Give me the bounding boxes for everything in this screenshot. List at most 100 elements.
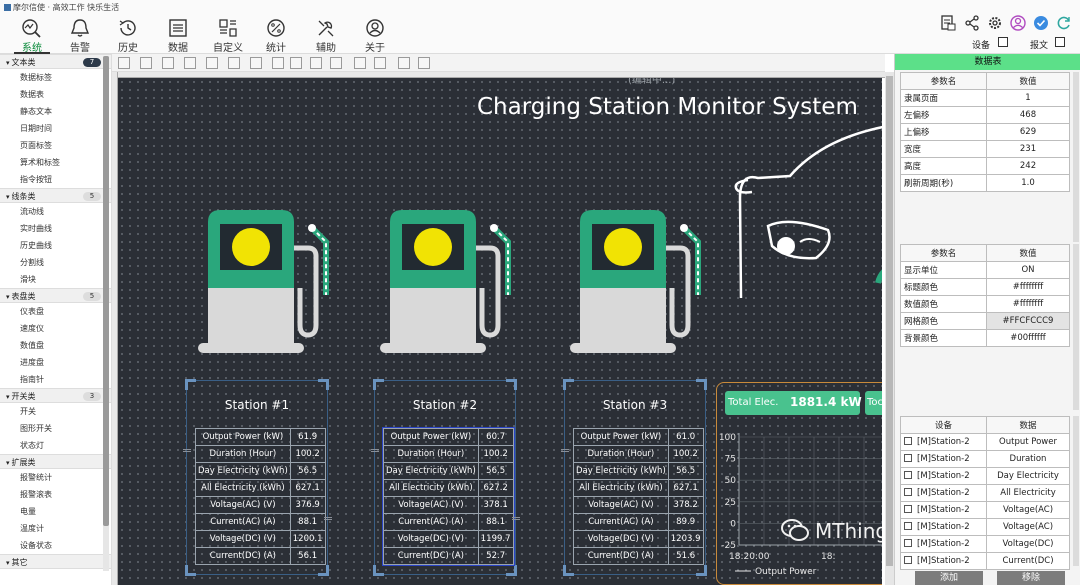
- table-row[interactable]: 隶属页面 1: [900, 89, 1070, 107]
- row-value[interactable]: Day Electricity: [986, 467, 1070, 485]
- row-checkbox[interactable]: [904, 505, 912, 513]
- total-electricity-panel[interactable]: Total Elec. 1881.4 kW Toc 100 75 50 25 0 -25 1…: [716, 382, 882, 585]
- scrollbar-thumb[interactable]: [886, 76, 893, 566]
- row-value[interactable]: 1.0: [986, 174, 1070, 192]
- distribute-h-icon[interactable]: [250, 57, 262, 69]
- component-item[interactable]: 温度计: [0, 520, 111, 537]
- component-item[interactable]: 开关: [0, 403, 111, 420]
- station-data-table[interactable]: Output Power (kW) 61.9 Duration (Hour) 100.…: [195, 428, 326, 565]
- row-value[interactable]: Voltage(AC): [986, 501, 1070, 519]
- resize-handle[interactable]: [512, 517, 520, 520]
- component-item[interactable]: 实时曲线: [0, 220, 111, 237]
- component-item[interactable]: 仪表盘: [0, 303, 111, 320]
- share-icon[interactable]: [964, 15, 980, 31]
- nav-assist[interactable]: 辅助: [306, 18, 346, 54]
- station-data-table[interactable]: Output Power (kW) 60.7 Duration (Hour) 100.…: [382, 427, 515, 566]
- row-value[interactable]: 1: [986, 89, 1070, 107]
- nav-alarm[interactable]: 告警: [60, 18, 100, 54]
- table-row[interactable]: 数值颜色 #ffffffff: [900, 295, 1070, 313]
- table-row[interactable]: 上偏移 629: [900, 123, 1070, 141]
- component-item[interactable]: 电量: [0, 503, 111, 520]
- align-middle-icon[interactable]: [206, 57, 218, 69]
- row-checkbox[interactable]: [904, 471, 912, 479]
- row-value[interactable]: 231: [986, 140, 1070, 158]
- row-checkbox[interactable]: [904, 522, 912, 530]
- table-row[interactable]: [M]Station-2 Voltage(DC): [900, 535, 1070, 553]
- row-value[interactable]: 629: [986, 123, 1070, 141]
- table-row[interactable]: 显示单位 ON: [900, 261, 1070, 279]
- resize-handle[interactable]: [371, 449, 379, 452]
- nav-custom[interactable]: 自定义: [208, 18, 248, 54]
- station-panel[interactable]: Station #1 Output Power (kW) 61.9 Duration …: [183, 379, 332, 576]
- row-value[interactable]: Voltage(DC): [986, 535, 1070, 553]
- resize-handle[interactable]: [183, 449, 191, 452]
- gear-icon[interactable]: [987, 15, 1003, 31]
- row-value[interactable]: All Electricity: [986, 484, 1070, 502]
- layer-up-icon[interactable]: [354, 57, 366, 69]
- resize-handle[interactable]: [324, 517, 332, 520]
- table-row[interactable]: 标题颜色 #ffffffff: [900, 278, 1070, 296]
- row-value[interactable]: 242: [986, 157, 1070, 175]
- system-title[interactable]: Charging Station Monitor System: [477, 94, 858, 120]
- user-account-icon[interactable]: [1010, 15, 1026, 31]
- table-row[interactable]: 背景颜色 #00ffffff: [900, 329, 1070, 347]
- layer-down-icon[interactable]: [374, 57, 386, 69]
- row-checkbox[interactable]: [904, 454, 912, 462]
- component-item[interactable]: 数值盘: [0, 337, 111, 354]
- component-item[interactable]: 进度盘: [0, 354, 111, 371]
- delete-icon[interactable]: [418, 57, 430, 69]
- component-item[interactable]: 日期时间: [0, 120, 111, 137]
- row-checkbox[interactable]: [904, 437, 912, 445]
- binding-table-scrollbar[interactable]: [1073, 416, 1079, 566]
- table-row[interactable]: [M]Station-2 Duration: [900, 450, 1070, 468]
- component-item[interactable]: 报警滚表: [0, 486, 111, 503]
- category-header[interactable]: ▾ 开关类 3: [0, 388, 111, 403]
- row-value[interactable]: Output Power: [986, 433, 1070, 451]
- align-center-icon[interactable]: [140, 57, 152, 69]
- component-item[interactable]: 算术和标签: [0, 154, 111, 171]
- align-bottom-icon[interactable]: [228, 57, 240, 69]
- component-item[interactable]: 图形开关: [0, 420, 111, 437]
- table-row[interactable]: 高度 242: [900, 157, 1070, 175]
- component-item[interactable]: 历史曲线: [0, 237, 111, 254]
- distribute-v-icon[interactable]: [272, 57, 284, 69]
- row-value[interactable]: #ffffffff: [986, 295, 1070, 313]
- nav-system[interactable]: 系统: [12, 18, 52, 54]
- row-value[interactable]: ON: [986, 261, 1070, 279]
- station-panel[interactable]: Station #3 Output Power (kW) 61.0 Duration …: [561, 379, 707, 576]
- nav-data[interactable]: 数据: [158, 18, 198, 54]
- component-item[interactable]: 状态灯: [0, 437, 111, 454]
- scrollbar-thumb[interactable]: [103, 56, 109, 526]
- table-row[interactable]: [M]Station-2 Voltage(AC): [900, 518, 1070, 536]
- nav-history[interactable]: 历史: [108, 18, 148, 54]
- table-row[interactable]: [M]Station-2 Day Electricity: [900, 467, 1070, 485]
- design-canvas[interactable]: (编辑中...) Charging Station Monitor System…: [118, 78, 882, 585]
- category-header[interactable]: ▾ 其它: [0, 554, 111, 569]
- copy-icon[interactable]: [398, 57, 410, 69]
- same-width-icon[interactable]: [290, 57, 302, 69]
- station-panel[interactable]: Station #2 Output Power (kW) 60.7 Duration …: [371, 379, 520, 576]
- component-item[interactable]: 静态文本: [0, 103, 111, 120]
- align-top-icon[interactable]: [184, 57, 196, 69]
- component-item[interactable]: 流动线: [0, 203, 111, 220]
- add-button[interactable]: 添加: [915, 571, 983, 585]
- category-header[interactable]: ▾ 扩展类: [0, 454, 111, 469]
- category-header[interactable]: ▾ 文本类 7: [0, 54, 111, 69]
- component-item[interactable]: 数据标签: [0, 69, 111, 86]
- category-header[interactable]: ▾ 线条类 5: [0, 188, 111, 203]
- row-value[interactable]: #00ffffff: [986, 329, 1070, 347]
- align-right-icon[interactable]: [162, 57, 174, 69]
- refresh-icon[interactable]: [1056, 15, 1072, 31]
- component-item[interactable]: 滑块: [0, 271, 111, 288]
- device-checkbox[interactable]: [998, 37, 1008, 47]
- same-size-icon[interactable]: [330, 57, 342, 69]
- table-row[interactable]: 左偏移 468: [900, 106, 1070, 124]
- remove-button[interactable]: 移除: [997, 571, 1065, 585]
- component-item[interactable]: 设备状态: [0, 537, 111, 554]
- table-row[interactable]: [M]Station-2 Voltage(AC): [900, 501, 1070, 519]
- row-value[interactable]: Voltage(AC): [986, 518, 1070, 536]
- row-value[interactable]: Duration: [986, 450, 1070, 468]
- component-item[interactable]: 分割线: [0, 254, 111, 271]
- component-item[interactable]: 指令按钮: [0, 171, 111, 188]
- canvas-scrollbar[interactable]: [885, 72, 894, 585]
